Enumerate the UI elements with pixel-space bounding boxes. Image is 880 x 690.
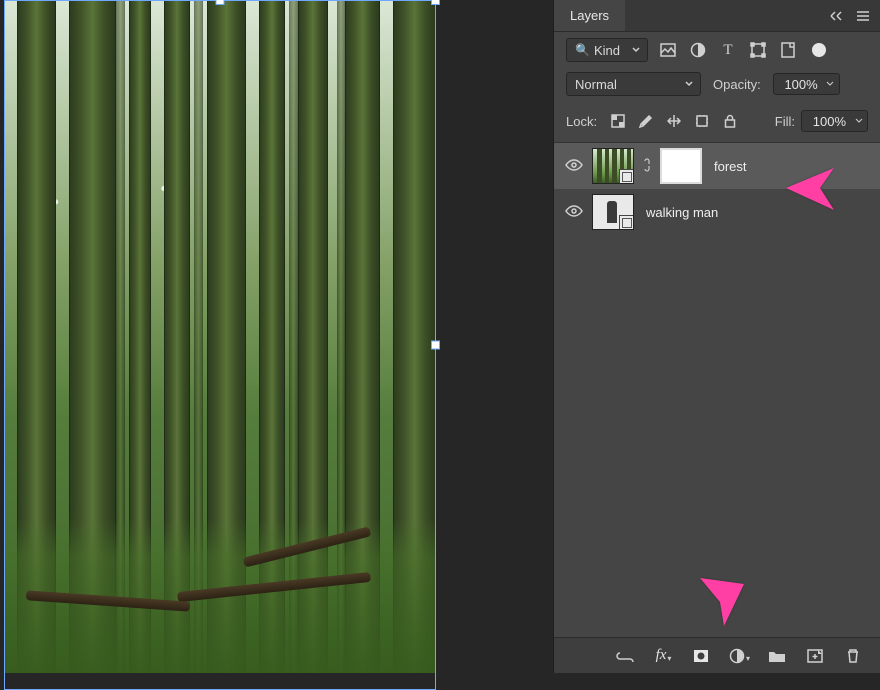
document-canvas[interactable] [4,0,436,673]
lock-position-icon[interactable] [665,112,683,130]
visibility-toggle[interactable] [564,205,584,220]
layer-name[interactable]: forest [710,159,747,174]
layer-list[interactable]: forest walking man [554,143,880,637]
chevron-down-icon [631,43,641,58]
add-mask-icon[interactable] [690,645,712,667]
blend-mode-dropdown[interactable]: Normal [566,72,701,96]
smart-object-badge [619,215,634,230]
layers-panel: Layers 🔍 Kind T [553,0,880,673]
chevron-down-icon [684,77,694,92]
fx-icon[interactable]: fx▾ [652,645,674,667]
fill-chevron[interactable] [850,110,868,132]
lock-transparent-icon[interactable] [609,112,627,130]
trash-icon[interactable] [842,645,864,667]
blend-mode-value: Normal [575,77,617,92]
opacity-chevron[interactable] [822,73,840,95]
lock-row: Lock: Fill: 100% [554,104,880,143]
filter-pixel-icon[interactable] [658,40,678,60]
lock-artboard-icon[interactable] [693,112,711,130]
opacity-label: Opacity: [713,77,761,92]
filter-smart-icon[interactable] [778,40,798,60]
new-layer-icon[interactable] [804,645,826,667]
annotation-arrow-bottom [700,578,744,629]
filter-type-buttons: T [658,40,826,60]
smart-object-badge [619,169,634,184]
app-root: Layers 🔍 Kind T [0,0,880,673]
blend-row: Normal Opacity: 100% [554,68,880,104]
visibility-toggle[interactable] [564,159,584,174]
filter-kind-dropdown[interactable]: 🔍 Kind [566,38,648,62]
filter-kind-label: Kind [594,43,620,58]
lock-pixels-icon[interactable] [637,112,655,130]
panel-header: Layers [554,0,880,32]
filter-adjustment-icon[interactable] [688,40,708,60]
search-icon: 🔍 [575,43,590,57]
filter-toggle[interactable] [812,43,826,57]
opacity-value[interactable]: 100% [773,73,825,95]
canvas-area[interactable] [0,0,553,673]
layer-thumbnail[interactable] [592,194,634,230]
lock-label: Lock: [566,114,597,129]
adjustment-layer-icon[interactable]: ▾ [728,645,750,667]
filter-shape-icon[interactable] [748,40,768,60]
collapse-icon[interactable] [826,5,848,27]
layer-thumbnail[interactable] [592,148,634,184]
fill-value[interactable]: 100% [801,110,853,132]
panel-footer: fx▾ ▾ [554,637,880,673]
annotation-arrow-top [786,168,834,213]
layer-name[interactable]: walking man [642,205,718,220]
layer-filter-row: 🔍 Kind T [554,32,880,68]
tab-layers[interactable]: Layers [554,0,625,31]
panel-menu-icon[interactable] [852,5,874,27]
group-icon[interactable] [766,645,788,667]
filter-type-icon[interactable]: T [718,40,738,60]
layer-mask-thumbnail[interactable] [660,148,702,184]
link-mask-icon[interactable] [642,156,652,177]
lock-all-icon[interactable] [721,112,739,130]
fill-label: Fill: [775,114,795,129]
link-layers-icon[interactable] [614,645,636,667]
